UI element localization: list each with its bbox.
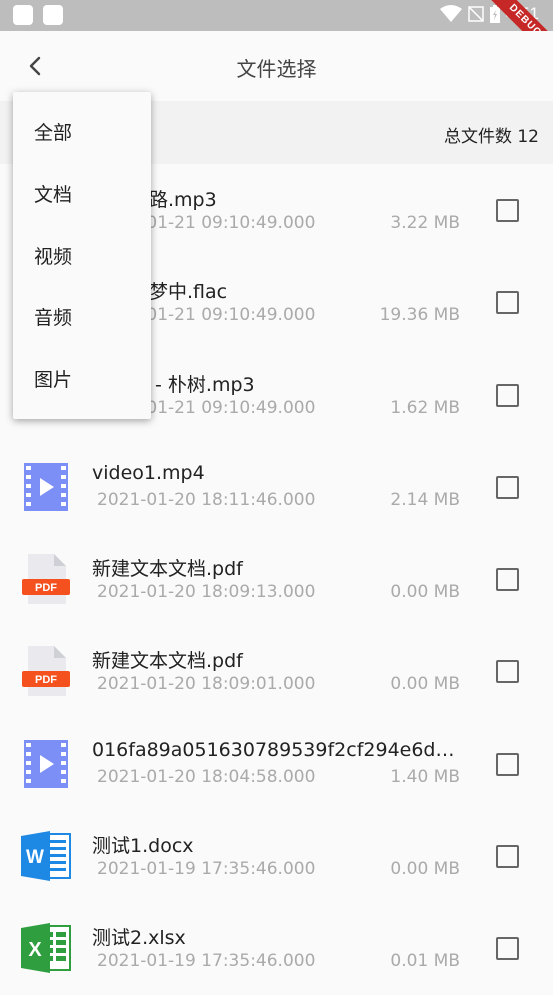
video-file-icon [24,739,68,788]
file-row[interactable]: 016fa89a051630789539f2cf294e6dda.mp4 202… [0,717,553,811]
file-size: 19.36 MB [379,305,460,326]
svg-text:PDF: PDF [35,674,57,686]
page-title: 文件选择 [236,57,317,81]
menu-item-documents[interactable]: 文档 [13,165,151,227]
file-date: 2021-01-19 17:35:46.000 [97,859,316,880]
file-size: 1.62 MB [390,397,460,418]
pdf-file-icon: PDF [22,646,70,697]
file-checkbox[interactable] [496,752,519,776]
menu-item-videos[interactable]: 视频 [13,227,151,289]
file-name: 测试1.docx [92,835,194,858]
no-signal-icon [468,6,484,22]
file-size: 0.00 MB [390,674,460,695]
notification-icon [13,5,33,25]
file-checkbox[interactable] [496,383,519,407]
file-name: 016fa89a051630789539f2cf294e6dda.mp4 [92,738,462,761]
menu-item-audio[interactable]: 音频 [13,288,151,350]
file-row[interactable]: X 测试2.xlsx 2021-01-19 17:35:46.000 0.01 … [0,902,553,995]
file-date: 2021-01-20 18:04:58.000 [97,766,316,787]
file-row[interactable]: video1.mp4 2021-01-20 18:11:46.000 2.14 … [0,440,553,534]
file-checkbox[interactable] [496,568,519,592]
file-checkbox[interactable] [496,475,519,499]
file-size: 0.00 MB [390,859,460,880]
file-row[interactable]: W 测试1.docx 2021-01-19 17:35:46.000 0.00 … [0,810,553,903]
status-bar: 4:51 DEBUG [0,0,553,70]
file-date: 2021-01-20 18:09:01.000 [97,674,316,695]
file-checkbox[interactable] [496,199,519,222]
svg-text:PDF: PDF [35,582,57,594]
svg-text:X: X [28,939,42,961]
excel-file-icon: X [21,923,71,974]
file-checkbox[interactable] [496,845,519,869]
file-name: 测试2.xlsx [92,927,186,950]
file-date: 2021-01-20 18:09:13.000 [97,582,316,603]
video-file-icon [24,462,68,511]
svg-text:W: W [26,847,44,868]
menu-item-images[interactable]: 图片 [13,350,151,412]
app-bar: 文件选择 [0,31,553,101]
file-row[interactable]: PDF 新建文本文档.pdf 2021-01-20 18:09:01.000 0… [0,625,553,718]
menu-item-all[interactable]: 全部 [13,103,151,165]
notification-icon [43,5,63,25]
file-checkbox[interactable] [496,291,519,315]
file-size: 2.14 MB [390,489,460,510]
file-size: 1.40 MB [390,766,460,787]
wifi-icon [439,5,462,22]
word-file-icon: W [21,831,71,882]
file-size: 0.00 MB [390,582,460,603]
file-checkbox[interactable] [496,937,519,961]
file-name: 新建文本文档.pdf [92,558,243,581]
file-date: 2021-01-20 18:11:46.000 [97,489,316,510]
total-file-count: 总文件数 12 [443,127,539,147]
file-name: 新建文本文档.pdf [92,650,243,673]
pdf-file-icon: PDF [22,554,70,605]
file-row[interactable]: PDF 新建文本文档.pdf 2021-01-20 18:09:13.000 0… [0,533,553,626]
file-checkbox[interactable] [496,660,519,684]
file-name: video1.mp4 [92,461,205,484]
file-size: 0.01 MB [390,951,460,972]
file-date: 2021-01-19 17:35:46.000 [97,951,316,972]
file-type-menu: 全部 文档 视频 音频 图片 [13,92,151,419]
file-size: 3.22 MB [390,213,460,233]
